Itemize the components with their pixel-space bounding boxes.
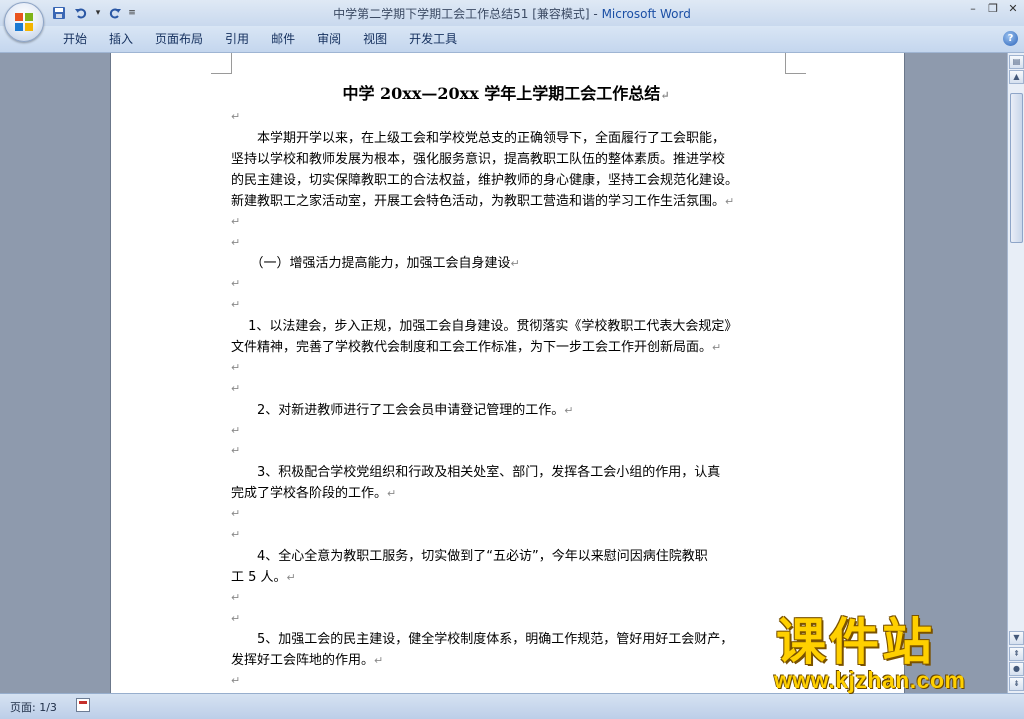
ruler-toggle-icon[interactable]: ▤	[1009, 55, 1024, 69]
document-name: 中学第二学期下学期工会工作总结51 [兼容模式] -	[333, 7, 602, 21]
tab-home[interactable]: 开始	[52, 31, 98, 47]
tab-view[interactable]: 视图	[352, 31, 398, 47]
text-line-content: 发挥好工会阵地的作用。	[231, 653, 375, 669]
empty-paragraph: ↵	[231, 590, 241, 604]
text-line: 3、积极配合学校党组织和行政及相关处室、部门，发挥各工会小组的作用，认真	[231, 465, 721, 481]
paragraph-mark: ↵	[374, 654, 384, 668]
paragraph-mark: ↵	[712, 340, 722, 354]
restore-icon[interactable]: ❐	[986, 2, 1000, 15]
scroll-thumb[interactable]	[1010, 93, 1023, 243]
intro-paragraph: 本学期开学以来，在上级工会和学校党总支的正确领导下，全面履行了工会职能， 坚持以…	[231, 128, 791, 212]
text-line-content: 完成了学校各阶段的工作。	[231, 486, 388, 502]
text-line-content: 工 5 人。	[231, 569, 287, 585]
ribbon-tab-bar: 开始 插入 页面布局 引用 邮件 审阅 视图 开发工具 ?	[0, 26, 1024, 53]
item-5-paragraph: 5、加强工会的民主建设，健全学校制度体系，明确工作规范，管好用好工会财产， 发挥…	[231, 629, 791, 671]
tab-developer[interactable]: 开发工具	[398, 31, 468, 47]
empty-paragraph: ↵	[231, 277, 241, 291]
close-icon[interactable]: ✕	[1006, 2, 1020, 15]
empty-paragraph: ↵	[231, 360, 241, 374]
tab-review[interactable]: 审阅	[306, 31, 352, 47]
document-title: 中学 20xx—20xx 学年上学期工会工作总结↵	[221, 81, 791, 107]
text-line: 5、加强工会的民主建设，健全学校制度体系，明确工作规范，管好用好工会财产，	[231, 632, 734, 648]
text-line-content: 2、对新进教师进行了工会会员申请登记管理的工作。	[231, 402, 565, 418]
office-logo-icon	[15, 13, 33, 31]
crop-mark-right	[785, 53, 806, 74]
text-line-content: 文件精神，完善了学校教代会制度和工会工作标准，为下一步工会工作开创新局面。	[231, 339, 713, 355]
document-title-text: 中学 20xx—20xx 学年上学期工会工作总结	[342, 84, 661, 103]
window-title: 中学第二学期下学期工会工作总结51 [兼容模式] - Microsoft Wor…	[0, 5, 1024, 22]
empty-paragraph: ↵	[231, 507, 241, 521]
item-1-paragraph: 1、以法建会，步入正规，加强工会自身建设。贯彻落实《学校教职工代表大会规定》 文…	[231, 316, 791, 358]
paragraph-mark: ↵	[564, 403, 574, 417]
paragraph-mark: ↵	[510, 257, 520, 271]
tab-references[interactable]: 引用	[214, 31, 260, 47]
window-controls: – ❐ ✕	[966, 2, 1020, 15]
text-line: 本学期开学以来，在上级工会和学校党总支的正确领导下，全面履行了工会职能，	[231, 130, 726, 146]
empty-paragraph: ↵	[231, 674, 241, 688]
tab-mailings[interactable]: 邮件	[260, 31, 306, 47]
empty-paragraph: ↵	[231, 381, 241, 395]
watermark: 课件站 www.kjzhan.com	[772, 615, 1012, 695]
status-bar: 页面: 1/3	[0, 693, 1024, 719]
empty-paragraph: ↵	[231, 110, 241, 123]
watermark-url: www.kjzhan.com	[774, 667, 966, 693]
document-body[interactable]: 中学 20xx—20xx 学年上学期工会工作总结↵ ↵ 本学期开学以来，在上级工…	[231, 81, 791, 692]
text-line-content: 新建教职工之家活动室，开展工会特色活动，为教职工营造和谐的学习工作生活氛围。	[231, 193, 726, 209]
crop-mark-left	[211, 53, 232, 74]
tab-insert[interactable]: 插入	[98, 31, 144, 47]
empty-paragraph: ↵	[231, 235, 241, 249]
proofing-status-icon[interactable]	[76, 698, 90, 712]
minimize-icon[interactable]: –	[966, 2, 980, 15]
paragraph-mark: ↵	[286, 570, 296, 584]
empty-paragraph: ↵	[231, 444, 241, 458]
document-area: 中学 20xx—20xx 学年上学期工会工作总结↵ ↵ 本学期开学以来，在上级工…	[0, 53, 1007, 693]
empty-paragraph: ↵	[231, 214, 241, 228]
item-3-paragraph: 3、积极配合学校党组织和行政及相关处室、部门，发挥各工会小组的作用，认真 完成了…	[231, 462, 791, 504]
section-heading: （一）增强活力提高能力，加强工会自身建设↵	[231, 253, 791, 274]
scroll-up-icon[interactable]: ▲	[1009, 70, 1024, 84]
app-name: Microsoft Word	[601, 7, 691, 21]
paragraph-mark: ↵	[660, 89, 670, 102]
office-button[interactable]	[4, 2, 44, 42]
item-4-paragraph: 4、全心全意为教职工服务，切实做到了“五必访”，今年以来慰问因病住院教职 工 5…	[231, 546, 791, 588]
empty-paragraph: ↵	[231, 611, 241, 625]
paragraph-mark: ↵	[387, 487, 397, 501]
vertical-scrollbar[interactable]: ▤ ▲ ▼ ⇞ ● ⇟	[1007, 53, 1024, 693]
text-line: 新建教职工之家活动室，开展工会特色活动，为教职工营造和谐的学习工作生活氛围。↵	[231, 191, 791, 212]
document-page[interactable]: 中学 20xx—20xx 学年上学期工会工作总结↵ ↵ 本学期开学以来，在上级工…	[110, 53, 905, 693]
help-icon[interactable]: ?	[1003, 31, 1018, 46]
title-bar: ▾ ≡ 中学第二学期下学期工会工作总结51 [兼容模式] - Microsoft…	[0, 0, 1024, 26]
tab-page-layout[interactable]: 页面布局	[144, 31, 214, 47]
text-line: 4、全心全意为教职工服务，切实做到了“五必访”，今年以来慰问因病住院教职	[231, 548, 708, 564]
text-line: 坚持以学校和教师发展为根本，强化服务意识，提高教职工队伍的整体素质。推进学校	[231, 151, 726, 167]
text-line: 的民主建设，切实保障教职工的合法权益，维护教师的身心健康，坚持工会规范化建设。	[231, 172, 739, 188]
empty-paragraph: ↵	[231, 423, 241, 437]
section-heading-text: （一）增强活力提高能力，加强工会自身建设	[231, 256, 511, 272]
empty-paragraph: ↵	[231, 527, 241, 541]
empty-paragraph: ↵	[231, 298, 241, 312]
item-2-paragraph: 2、对新进教师进行了工会会员申请登记管理的工作。↵	[231, 400, 791, 421]
page-indicator[interactable]: 页面: 1/3	[10, 699, 57, 715]
text-line: 1、以法建会，步入正规，加强工会自身建设。贯彻落实《学校教职工代表大会规定》	[231, 318, 738, 334]
paragraph-mark: ↵	[725, 194, 735, 208]
watermark-title: 课件站	[776, 613, 935, 671]
